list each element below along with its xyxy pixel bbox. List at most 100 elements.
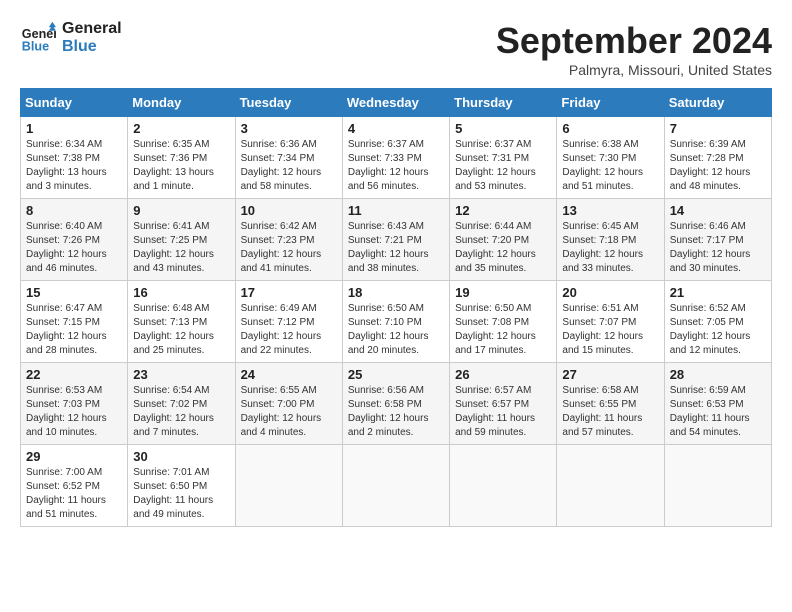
calendar-day-cell: 7 Sunrise: 6:39 AM Sunset: 7:28 PM Dayli… [664, 117, 771, 199]
logo-general: General [62, 20, 122, 38]
calendar-day-cell: 6 Sunrise: 6:38 AM Sunset: 7:30 PM Dayli… [557, 117, 664, 199]
calendar-day-cell: 17 Sunrise: 6:49 AM Sunset: 7:12 PM Dayl… [235, 281, 342, 363]
calendar-day-cell: 28 Sunrise: 6:59 AM Sunset: 6:53 PM Dayl… [664, 363, 771, 445]
day-of-week-header: Sunday [21, 89, 128, 117]
day-number: 10 [241, 203, 337, 218]
calendar-day-cell: 3 Sunrise: 6:36 AM Sunset: 7:34 PM Dayli… [235, 117, 342, 199]
day-number: 30 [133, 449, 229, 464]
calendar-week-row: 1 Sunrise: 6:34 AM Sunset: 7:38 PM Dayli… [21, 117, 772, 199]
day-number: 19 [455, 285, 551, 300]
calendar-day-cell: 4 Sunrise: 6:37 AM Sunset: 7:33 PM Dayli… [342, 117, 449, 199]
title-area: September 2024 Palmyra, Missouri, United… [496, 20, 772, 78]
calendar-day-cell: 11 Sunrise: 6:43 AM Sunset: 7:21 PM Dayl… [342, 199, 449, 281]
calendar-day-cell: 22 Sunrise: 6:53 AM Sunset: 7:03 PM Dayl… [21, 363, 128, 445]
day-number: 2 [133, 121, 229, 136]
calendar-day-cell: 16 Sunrise: 6:48 AM Sunset: 7:13 PM Dayl… [128, 281, 235, 363]
day-number: 14 [670, 203, 766, 218]
calendar-day-cell: 20 Sunrise: 6:51 AM Sunset: 7:07 PM Dayl… [557, 281, 664, 363]
location: Palmyra, Missouri, United States [496, 62, 772, 78]
day-of-week-header: Thursday [450, 89, 557, 117]
day-info: Sunrise: 6:43 AM Sunset: 7:21 PM Dayligh… [348, 220, 444, 276]
day-info: Sunrise: 7:00 AM Sunset: 6:52 PM Dayligh… [26, 466, 122, 522]
day-info: Sunrise: 6:38 AM Sunset: 7:30 PM Dayligh… [562, 138, 658, 194]
logo-blue: Blue [62, 38, 122, 56]
calendar-week-row: 29 Sunrise: 7:00 AM Sunset: 6:52 PM Dayl… [21, 445, 772, 527]
calendar-week-row: 8 Sunrise: 6:40 AM Sunset: 7:26 PM Dayli… [21, 199, 772, 281]
calendar-day-cell: 13 Sunrise: 6:45 AM Sunset: 7:18 PM Dayl… [557, 199, 664, 281]
day-number: 23 [133, 367, 229, 382]
day-number: 29 [26, 449, 122, 464]
logo: General Blue General Blue [20, 20, 122, 56]
calendar-header-row: SundayMondayTuesdayWednesdayThursdayFrid… [21, 89, 772, 117]
day-info: Sunrise: 6:49 AM Sunset: 7:12 PM Dayligh… [241, 302, 337, 358]
calendar-day-cell: 23 Sunrise: 6:54 AM Sunset: 7:02 PM Dayl… [128, 363, 235, 445]
day-info: Sunrise: 6:59 AM Sunset: 6:53 PM Dayligh… [670, 384, 766, 440]
day-number: 25 [348, 367, 444, 382]
day-number: 20 [562, 285, 658, 300]
day-number: 4 [348, 121, 444, 136]
day-info: Sunrise: 6:50 AM Sunset: 7:08 PM Dayligh… [455, 302, 551, 358]
logo-icon: General Blue [20, 20, 56, 56]
day-info: Sunrise: 6:58 AM Sunset: 6:55 PM Dayligh… [562, 384, 658, 440]
calendar-day-cell: 9 Sunrise: 6:41 AM Sunset: 7:25 PM Dayli… [128, 199, 235, 281]
calendar-day-cell: 14 Sunrise: 6:46 AM Sunset: 7:17 PM Dayl… [664, 199, 771, 281]
calendar-day-cell [557, 445, 664, 527]
day-number: 15 [26, 285, 122, 300]
calendar-day-cell: 2 Sunrise: 6:35 AM Sunset: 7:36 PM Dayli… [128, 117, 235, 199]
calendar-day-cell: 29 Sunrise: 7:00 AM Sunset: 6:52 PM Dayl… [21, 445, 128, 527]
day-of-week-header: Tuesday [235, 89, 342, 117]
day-info: Sunrise: 6:39 AM Sunset: 7:28 PM Dayligh… [670, 138, 766, 194]
day-number: 1 [26, 121, 122, 136]
calendar-day-cell: 12 Sunrise: 6:44 AM Sunset: 7:20 PM Dayl… [450, 199, 557, 281]
calendar-day-cell [450, 445, 557, 527]
calendar-day-cell [235, 445, 342, 527]
day-info: Sunrise: 7:01 AM Sunset: 6:50 PM Dayligh… [133, 466, 229, 522]
calendar-day-cell: 25 Sunrise: 6:56 AM Sunset: 6:58 PM Dayl… [342, 363, 449, 445]
calendar-day-cell: 19 Sunrise: 6:50 AM Sunset: 7:08 PM Dayl… [450, 281, 557, 363]
day-info: Sunrise: 6:46 AM Sunset: 7:17 PM Dayligh… [670, 220, 766, 276]
day-info: Sunrise: 6:51 AM Sunset: 7:07 PM Dayligh… [562, 302, 658, 358]
day-info: Sunrise: 6:53 AM Sunset: 7:03 PM Dayligh… [26, 384, 122, 440]
calendar-day-cell: 10 Sunrise: 6:42 AM Sunset: 7:23 PM Dayl… [235, 199, 342, 281]
day-number: 22 [26, 367, 122, 382]
calendar-table: SundayMondayTuesdayWednesdayThursdayFrid… [20, 88, 772, 527]
calendar-week-row: 15 Sunrise: 6:47 AM Sunset: 7:15 PM Dayl… [21, 281, 772, 363]
day-info: Sunrise: 6:37 AM Sunset: 7:31 PM Dayligh… [455, 138, 551, 194]
day-number: 6 [562, 121, 658, 136]
day-number: 11 [348, 203, 444, 218]
day-number: 8 [26, 203, 122, 218]
calendar-day-cell: 21 Sunrise: 6:52 AM Sunset: 7:05 PM Dayl… [664, 281, 771, 363]
day-number: 17 [241, 285, 337, 300]
day-info: Sunrise: 6:56 AM Sunset: 6:58 PM Dayligh… [348, 384, 444, 440]
day-number: 12 [455, 203, 551, 218]
calendar-day-cell: 18 Sunrise: 6:50 AM Sunset: 7:10 PM Dayl… [342, 281, 449, 363]
calendar-day-cell: 5 Sunrise: 6:37 AM Sunset: 7:31 PM Dayli… [450, 117, 557, 199]
day-number: 18 [348, 285, 444, 300]
day-of-week-header: Friday [557, 89, 664, 117]
day-number: 13 [562, 203, 658, 218]
calendar-day-cell: 30 Sunrise: 7:01 AM Sunset: 6:50 PM Dayl… [128, 445, 235, 527]
calendar-day-cell: 26 Sunrise: 6:57 AM Sunset: 6:57 PM Dayl… [450, 363, 557, 445]
day-info: Sunrise: 6:50 AM Sunset: 7:10 PM Dayligh… [348, 302, 444, 358]
day-info: Sunrise: 6:44 AM Sunset: 7:20 PM Dayligh… [455, 220, 551, 276]
day-info: Sunrise: 6:54 AM Sunset: 7:02 PM Dayligh… [133, 384, 229, 440]
day-number: 9 [133, 203, 229, 218]
calendar-day-cell: 27 Sunrise: 6:58 AM Sunset: 6:55 PM Dayl… [557, 363, 664, 445]
calendar-day-cell: 8 Sunrise: 6:40 AM Sunset: 7:26 PM Dayli… [21, 199, 128, 281]
day-info: Sunrise: 6:40 AM Sunset: 7:26 PM Dayligh… [26, 220, 122, 276]
calendar-day-cell [342, 445, 449, 527]
day-info: Sunrise: 6:41 AM Sunset: 7:25 PM Dayligh… [133, 220, 229, 276]
month-title: September 2024 [496, 20, 772, 62]
day-number: 28 [670, 367, 766, 382]
day-number: 27 [562, 367, 658, 382]
calendar-week-row: 22 Sunrise: 6:53 AM Sunset: 7:03 PM Dayl… [21, 363, 772, 445]
day-info: Sunrise: 6:48 AM Sunset: 7:13 PM Dayligh… [133, 302, 229, 358]
calendar-day-cell: 15 Sunrise: 6:47 AM Sunset: 7:15 PM Dayl… [21, 281, 128, 363]
day-info: Sunrise: 6:42 AM Sunset: 7:23 PM Dayligh… [241, 220, 337, 276]
calendar-day-cell: 24 Sunrise: 6:55 AM Sunset: 7:00 PM Dayl… [235, 363, 342, 445]
day-info: Sunrise: 6:36 AM Sunset: 7:34 PM Dayligh… [241, 138, 337, 194]
page-header: General Blue General Blue September 2024… [20, 20, 772, 78]
day-info: Sunrise: 6:37 AM Sunset: 7:33 PM Dayligh… [348, 138, 444, 194]
day-of-week-header: Saturday [664, 89, 771, 117]
day-info: Sunrise: 6:35 AM Sunset: 7:36 PM Dayligh… [133, 138, 229, 194]
